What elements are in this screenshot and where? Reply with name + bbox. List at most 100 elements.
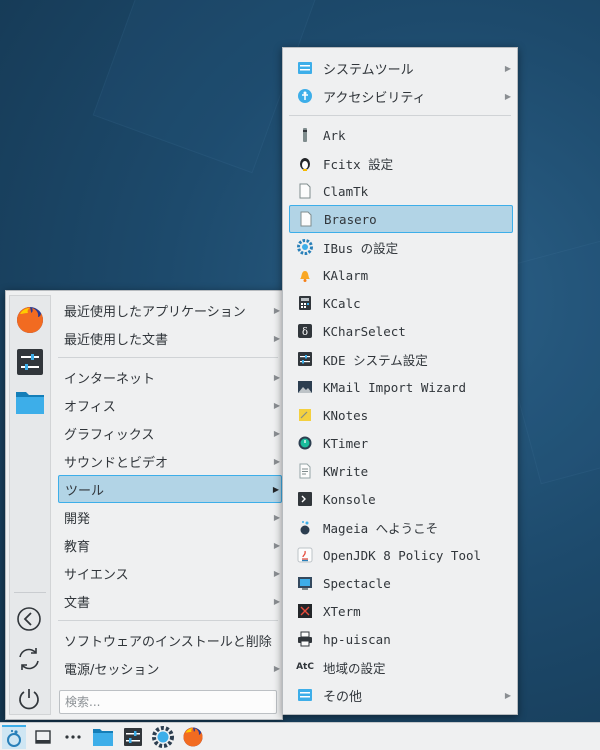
- submenu-item-mageia-welcome[interactable]: Mageia へようこそ: [289, 514, 513, 540]
- taskbar-file-manager[interactable]: [91, 725, 115, 749]
- submenu-item-fcitx[interactable]: Fcitx 設定: [289, 150, 513, 176]
- submenu-item-kwrite[interactable]: KWrite: [289, 458, 513, 484]
- app-launcher-button[interactable]: [2, 725, 26, 749]
- category-education[interactable]: 教育 ▶: [58, 532, 282, 558]
- submenu-item-hp-uiscan[interactable]: hp-uiscan: [289, 626, 513, 652]
- submenu-arrow-icon: ▶: [273, 663, 281, 673]
- back-button[interactable]: [15, 605, 43, 633]
- category-documents[interactable]: 文書 ▶: [58, 588, 282, 614]
- tools-submenu: システムツール ▶ アクセシビリティ ▶ Ark Fcitx 設定 ClamTk…: [282, 47, 518, 715]
- submenu-item-spectacle[interactable]: Spectacle: [289, 570, 513, 596]
- submenu-item-clamtk[interactable]: ClamTk: [289, 178, 513, 204]
- submenu-item-kmail-import-wizard[interactable]: KMail Import Wizard: [289, 374, 513, 400]
- submenu-item-ktimer[interactable]: KTimer: [289, 430, 513, 456]
- submenu-item-label: KDE システム設定: [323, 352, 428, 368]
- submenu-item-konsole[interactable]: Konsole: [289, 486, 513, 512]
- timer-icon: [297, 435, 313, 451]
- shutdown-button[interactable]: [15, 685, 43, 713]
- submenu-arrow-icon: ▶: [273, 540, 281, 550]
- search-input[interactable]: [59, 690, 277, 714]
- notes-icon: [297, 407, 313, 423]
- kmail-import-icon: [297, 379, 313, 395]
- submenu-item-knotes[interactable]: KNotes: [289, 402, 513, 428]
- system-tools-icon: [297, 60, 313, 76]
- folder-icon: [16, 392, 44, 414]
- category-label: グラフィックス: [64, 427, 155, 443]
- submenu-item-label: Konsole: [323, 491, 376, 507]
- category-science[interactable]: サイエンス ▶: [58, 560, 282, 586]
- submenu-item-label: Brasero: [324, 211, 377, 227]
- submenu-item-label: Mageia へようこそ: [323, 520, 439, 536]
- other-folder-icon: [297, 687, 313, 703]
- taskbar-firefox[interactable]: [181, 725, 205, 749]
- bell-icon: [297, 267, 313, 283]
- ibus-gear-icon: [297, 239, 313, 255]
- category-power-session[interactable]: 電源/セッション ▶: [58, 655, 282, 681]
- spectacle-icon: [297, 575, 313, 591]
- locale-icon: AtC: [296, 662, 314, 672]
- category-tools[interactable]: ツール ▶: [58, 475, 282, 503]
- submenu-item-label: KCalc: [323, 295, 361, 311]
- submenu-item-kalarm[interactable]: KAlarm: [289, 262, 513, 288]
- category-recent-documents[interactable]: 最近使用した文書 ▶: [58, 325, 282, 351]
- submenu-item-ibus[interactable]: IBus の設定: [289, 234, 513, 260]
- category-recent-apps[interactable]: 最近使用したアプリケーション ▶: [58, 297, 282, 323]
- submenu-item-accessibility[interactable]: アクセシビリティ ▶: [289, 83, 513, 109]
- category-label: 電源/セッション: [64, 662, 160, 678]
- more-applications-button[interactable]: [61, 725, 85, 749]
- favorite-firefox[interactable]: [14, 304, 46, 336]
- submenu-arrow-icon: ▶: [273, 305, 281, 315]
- submenu-item-label: 地域の設定: [323, 660, 386, 676]
- submenu-arrow-icon: ▶: [273, 372, 281, 382]
- submenu-item-locale-settings[interactable]: AtC 地域の設定: [289, 654, 513, 680]
- submenu-item-label: KCharSelect: [323, 323, 406, 339]
- category-graphics[interactable]: グラフィックス ▶: [58, 420, 282, 446]
- taskbar-mageia-control-center[interactable]: [151, 725, 175, 749]
- submenu-item-system-tools[interactable]: システムツール ▶: [289, 55, 513, 81]
- svg-text:δ: δ: [302, 327, 308, 338]
- submenu-item-ark[interactable]: Ark: [289, 122, 513, 148]
- submenu-arrow-icon: ▶: [273, 512, 281, 522]
- submenu-item-kcharselect[interactable]: δ KCharSelect: [289, 318, 513, 344]
- submenu-item-other[interactable]: その他 ▶: [289, 682, 513, 708]
- switch-user-button[interactable]: [15, 645, 43, 673]
- submenu-item-kcalc[interactable]: KCalc: [289, 290, 513, 316]
- submenu-item-label: KWrite: [323, 463, 369, 479]
- favorite-system-settings[interactable]: [14, 346, 46, 378]
- terminal-icon: [297, 491, 313, 507]
- category-label: 最近使用したアプリケーション: [64, 304, 246, 320]
- fcitx-penguin-icon: [297, 155, 313, 171]
- show-desktop-button[interactable]: [31, 725, 55, 749]
- firefox-icon: [17, 307, 43, 333]
- category-internet[interactable]: インターネット ▶: [58, 364, 282, 390]
- category-label: インターネット: [64, 371, 156, 387]
- submenu-item-label: XTerm: [323, 603, 361, 619]
- submenu-item-xterm[interactable]: XTerm: [289, 598, 513, 624]
- category-development[interactable]: 開発 ▶: [58, 504, 282, 530]
- submenu-item-label: KAlarm: [323, 267, 369, 283]
- xterm-icon: [297, 603, 313, 619]
- submenu-item-brasero[interactable]: Brasero: [289, 205, 513, 233]
- category-label: サウンドとビデオ: [64, 455, 169, 471]
- submenu-item-kde-system-settings[interactable]: KDE システム設定: [289, 346, 513, 372]
- charselect-icon: δ: [297, 323, 313, 339]
- menu-separator: [58, 357, 278, 358]
- java-icon: [297, 547, 313, 563]
- category-sound-video[interactable]: サウンドとビデオ ▶: [58, 448, 282, 474]
- submenu-item-label: その他: [323, 689, 363, 705]
- favorite-file-manager[interactable]: [14, 386, 46, 418]
- document-icon: [298, 211, 314, 227]
- application-launcher: 最近使用したアプリケーション ▶ 最近使用した文書 ▶ インターネット ▶ オフ…: [5, 290, 283, 720]
- submenu-item-label: ClamTk: [323, 183, 369, 199]
- submenu-item-openjdk-policy-tool[interactable]: OpenJDK 8 Policy Tool: [289, 542, 513, 568]
- category-install-remove-software[interactable]: ソフトウェアのインストールと削除: [58, 627, 282, 653]
- menu-separator: [58, 620, 278, 621]
- mageia-launcher-icon: [7, 729, 21, 747]
- category-label: サイエンス: [64, 567, 129, 583]
- taskbar-system-settings[interactable]: [121, 725, 145, 749]
- submenu-arrow-icon: ▶: [504, 63, 512, 73]
- submenu-item-label: IBus の設定: [323, 240, 399, 256]
- mageia-icon: [297, 519, 313, 535]
- category-office[interactable]: オフィス ▶: [58, 392, 282, 418]
- calculator-icon: [297, 295, 313, 311]
